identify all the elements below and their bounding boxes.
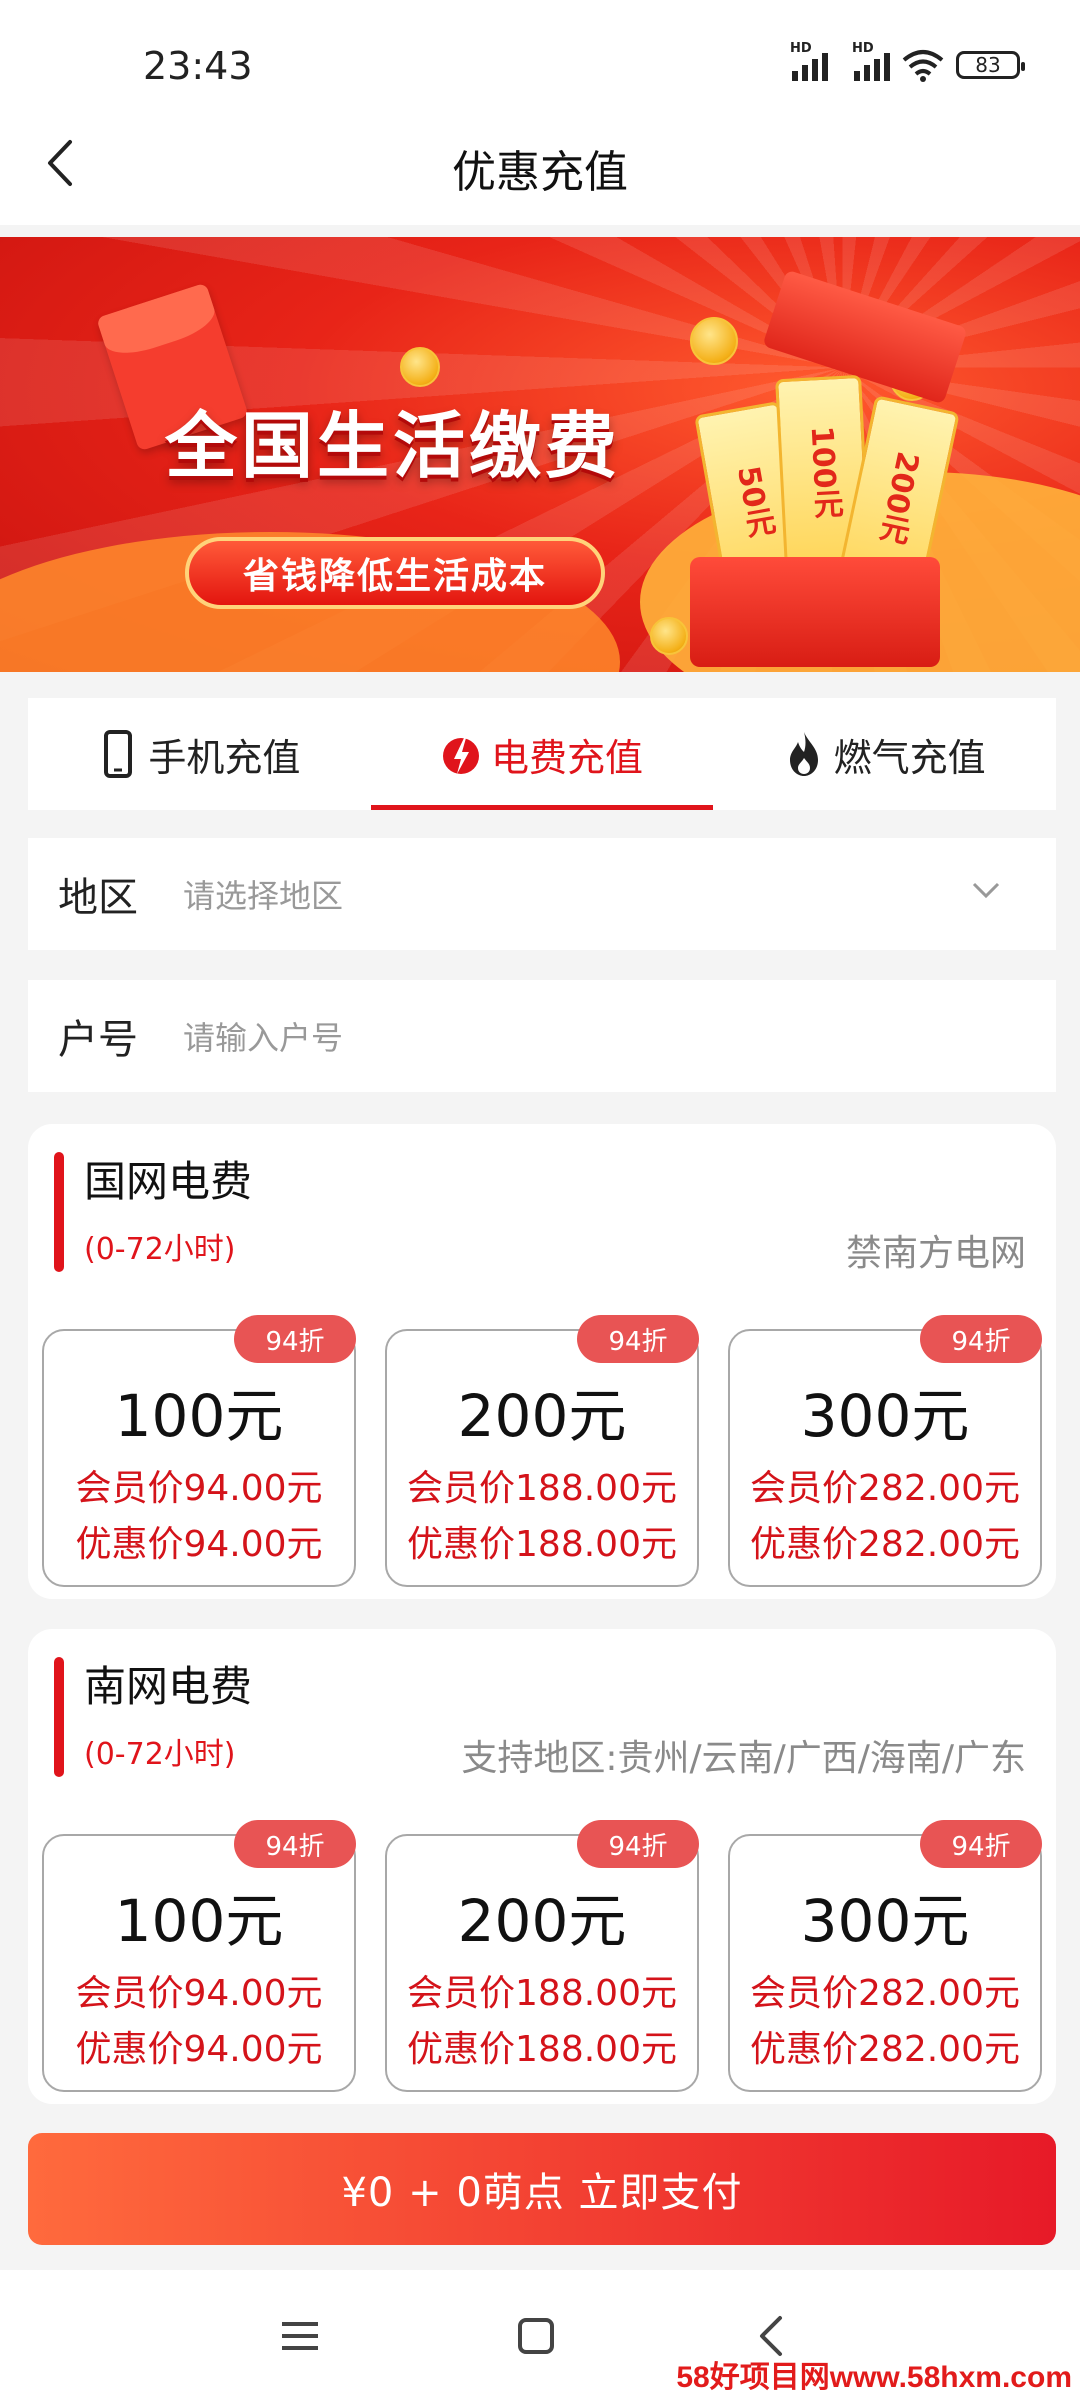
- member-price: 会员价282.00元: [750, 1973, 1020, 2014]
- region-label: 地区: [58, 875, 138, 921]
- region-placeholder: 请选择地区: [183, 877, 344, 915]
- account-input[interactable]: 请输入户号: [183, 1013, 343, 1059]
- member-price: 会员价188.00元: [407, 1973, 677, 2014]
- card-region-note: 禁南方电网: [845, 1233, 1026, 1274]
- banner-title: 全国生活缴费: [165, 404, 622, 488]
- face-value: 300元: [800, 1887, 970, 1955]
- nav-header: 优惠充值: [0, 100, 1080, 225]
- chevron-down-icon: [972, 882, 1000, 899]
- amount-option-200[interactable]: 94折 200元 会员价188.00元 优惠价188.00元: [385, 1820, 699, 2092]
- battery-icon: 83: [956, 51, 1025, 79]
- card-hours: (0-72小时): [84, 1737, 236, 1772]
- menu-icon[interactable]: [276, 2312, 324, 2360]
- signal-icon: HD: [790, 41, 828, 81]
- face-value: 100元: [114, 1382, 284, 1450]
- discount-badge: 94折: [234, 1315, 356, 1363]
- wifi-icon: [902, 50, 944, 82]
- card-region-note: 支持地区:贵州/云南/广西/海南/广东: [461, 1738, 1026, 1779]
- tab-label: 手机充值: [148, 735, 301, 780]
- card-accent-bar: [54, 1152, 64, 1272]
- member-price: 会员价282.00元: [750, 1468, 1020, 1509]
- discount-price: 优惠价282.00元: [750, 1524, 1020, 1565]
- face-value: 300元: [800, 1382, 970, 1450]
- signal-badge: HD: [852, 41, 874, 56]
- card-title: 国网电费: [84, 1157, 253, 1206]
- state-grid-card: 国网电费 (0-72小时) 禁南方电网 94折 100元 会员价94.00元 优…: [28, 1124, 1056, 1599]
- member-price: 会员价188.00元: [407, 1468, 677, 1509]
- discount-badge: 94折: [577, 1315, 699, 1363]
- amount-options: 94折 100元 会员价94.00元 优惠价94.00元 94折 200元 会员…: [42, 1315, 1042, 1587]
- discount-price: 优惠价188.00元: [407, 1524, 677, 1565]
- ticket-label: 50元: [730, 463, 777, 541]
- promo-banner[interactable]: 50元 100元 200元 全国生活缴费 省钱降低生活成本: [0, 237, 1080, 672]
- card-title: 南网电费: [84, 1662, 253, 1711]
- account-label: 户号: [58, 1017, 138, 1063]
- coin-icon: [400, 347, 440, 387]
- card-accent-bar: [54, 1657, 64, 1777]
- discount-price: 优惠价94.00元: [75, 2029, 323, 2070]
- status-icons: HD HD 83: [790, 41, 1025, 82]
- status-time: 23:43: [143, 44, 253, 88]
- face-value: 100元: [114, 1887, 284, 1955]
- discount-price: 优惠价94.00元: [75, 1524, 323, 1565]
- account-row: 户号 请输入户号: [28, 980, 1056, 1092]
- phone-icon: [104, 730, 133, 778]
- recharge-tabs: 手机充值 电费充值 燃气充值: [28, 698, 1056, 810]
- tab-electricity-recharge[interactable]: 电费充值: [370, 698, 714, 810]
- amount-option-300[interactable]: 94折 300元 会员价282.00元 优惠价282.00元: [728, 1315, 1042, 1587]
- watermark: 58好项目网www.58hxm.com: [676, 2361, 1072, 2394]
- coin-icon: [650, 617, 688, 655]
- discount-price: 优惠价282.00元: [750, 2029, 1020, 2070]
- discount-badge: 94折: [234, 1820, 356, 1868]
- home-icon[interactable]: [512, 2312, 560, 2360]
- page-title: 优惠充值: [452, 147, 628, 198]
- tab-label: 电费充值: [491, 735, 644, 780]
- battery-level: 83: [975, 53, 1001, 77]
- pay-button[interactable]: ¥0 + 0萌点 立即支付: [28, 2133, 1056, 2245]
- discount-badge: 94折: [920, 1820, 1042, 1868]
- ticket-label: 100元: [803, 424, 844, 520]
- member-price: 会员价94.00元: [75, 1468, 323, 1509]
- member-price: 会员价94.00元: [75, 1973, 323, 2014]
- discount-badge: 94折: [577, 1820, 699, 1868]
- amount-option-200[interactable]: 94折 200元 会员价188.00元 优惠价188.00元: [385, 1315, 699, 1587]
- system-nav-bar: 58好项目网www.58hxm.com: [0, 2270, 1080, 2400]
- banner-subtitle: 省钱降低生活成本: [185, 537, 605, 609]
- amount-options: 94折 100元 会员价94.00元 优惠价94.00元 94折 200元 会员…: [42, 1820, 1042, 2092]
- flame-icon: [789, 732, 818, 776]
- signal-badge: HD: [790, 41, 812, 56]
- signal-icon: HD: [852, 41, 890, 81]
- tab-gas-recharge[interactable]: 燃气充值: [713, 698, 1056, 810]
- ticket-label: 200元: [871, 448, 926, 547]
- lightning-icon: [443, 738, 479, 774]
- card-hours: (0-72小时): [84, 1232, 236, 1267]
- discount-price: 优惠价188.00元: [407, 2029, 677, 2070]
- amount-option-100[interactable]: 94折 100元 会员价94.00元 优惠价94.00元: [42, 1820, 356, 2092]
- amount-option-300[interactable]: 94折 300元 会员价282.00元 优惠价282.00元: [728, 1820, 1042, 2092]
- amount-option-100[interactable]: 94折 100元 会员价94.00元 优惠价94.00元: [42, 1315, 356, 1587]
- face-value: 200元: [457, 1887, 627, 1955]
- region-select[interactable]: 地区 请选择地区: [28, 838, 1056, 950]
- tab-label: 燃气充值: [833, 735, 986, 780]
- coin-icon: [690, 317, 738, 365]
- discount-badge: 94折: [920, 1315, 1042, 1363]
- face-value: 200元: [457, 1382, 627, 1450]
- gift-box: [690, 557, 940, 667]
- tab-mobile-recharge[interactable]: 手机充值: [28, 698, 371, 810]
- southern-grid-card: 南网电费 (0-72小时) 支持地区:贵州/云南/广西/海南/广东 94折 10…: [28, 1629, 1056, 2104]
